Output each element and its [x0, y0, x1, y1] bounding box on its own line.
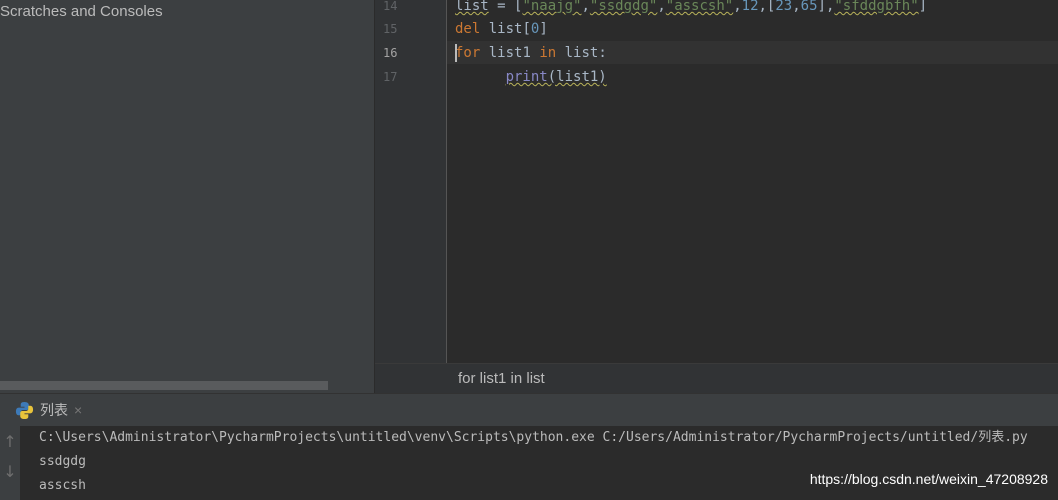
- python-icon: [15, 401, 34, 419]
- line-number: 14: [383, 0, 398, 13]
- token: 12: [741, 0, 759, 14]
- console-line: C:\Users\Administrator\PycharmProjects\u…: [39, 430, 1028, 445]
- code-line-14[interactable]: list = ["naajg","ssdgdg","asscsh",12,[23…: [455, 0, 927, 18]
- close-icon[interactable]: ×: [74, 402, 82, 418]
- token: list[: [480, 21, 531, 37]
- token: "sfddgbfh": [834, 0, 919, 14]
- token: del: [455, 21, 481, 37]
- scratches-and-consoles-item[interactable]: Scratches and Consoles: [0, 3, 163, 20]
- token: "ssdgdg": [589, 0, 658, 14]
- watermark: https://blog.csdn.net/weixin_47208928: [809, 471, 1048, 487]
- token: in: [539, 45, 557, 61]
- text-caret: [455, 44, 457, 62]
- breadcrumb-item[interactable]: for list1 in list: [458, 370, 545, 387]
- run-tab[interactable]: 列表 ×: [0, 394, 96, 426]
- token: ],: [817, 0, 835, 14]
- token: ,: [657, 0, 666, 14]
- token: list: [455, 0, 489, 14]
- console-output[interactable]: C:\Users\Administrator\PycharmProjects\u…: [39, 426, 1028, 498]
- arrow-down-icon[interactable]: ↓: [0, 462, 20, 486]
- arrow-up-icon[interactable]: ↑: [0, 432, 20, 456]
- sidebar-horizontal-scrollbar[interactable]: [0, 381, 328, 390]
- token: (list1): [547, 69, 607, 85]
- token: list1: [480, 45, 540, 61]
- breadcrumb: for list1 in list: [375, 363, 1058, 393]
- token: ]: [539, 21, 548, 37]
- token: "naajg": [522, 0, 582, 14]
- token: = [: [488, 0, 523, 14]
- token: ,[: [758, 0, 776, 14]
- code-line-17[interactable]: print(list1): [455, 65, 607, 89]
- line-number: 17: [383, 70, 398, 84]
- token: 23: [775, 0, 793, 14]
- token: ,: [792, 0, 801, 14]
- run-toolbar: ↑ ↓: [0, 426, 20, 500]
- token: list:: [556, 45, 607, 61]
- line-number: 16: [383, 46, 398, 60]
- code-line-15[interactable]: del list[0]: [455, 17, 548, 41]
- token: print: [505, 69, 548, 85]
- token: ]: [918, 0, 928, 14]
- token: 65: [800, 0, 818, 14]
- token: for: [455, 45, 481, 61]
- token: "asscsh": [665, 0, 734, 14]
- project-sidebar: Scratches and Consoles: [0, 0, 374, 393]
- token: ,: [581, 0, 590, 14]
- token: ,: [733, 0, 742, 14]
- run-tab-label: 列表: [40, 402, 68, 418]
- line-number: 15: [383, 22, 398, 36]
- run-tool-window-header: 列表 ×: [0, 393, 1058, 426]
- code-line-16[interactable]: for list1 in list:: [455, 41, 607, 65]
